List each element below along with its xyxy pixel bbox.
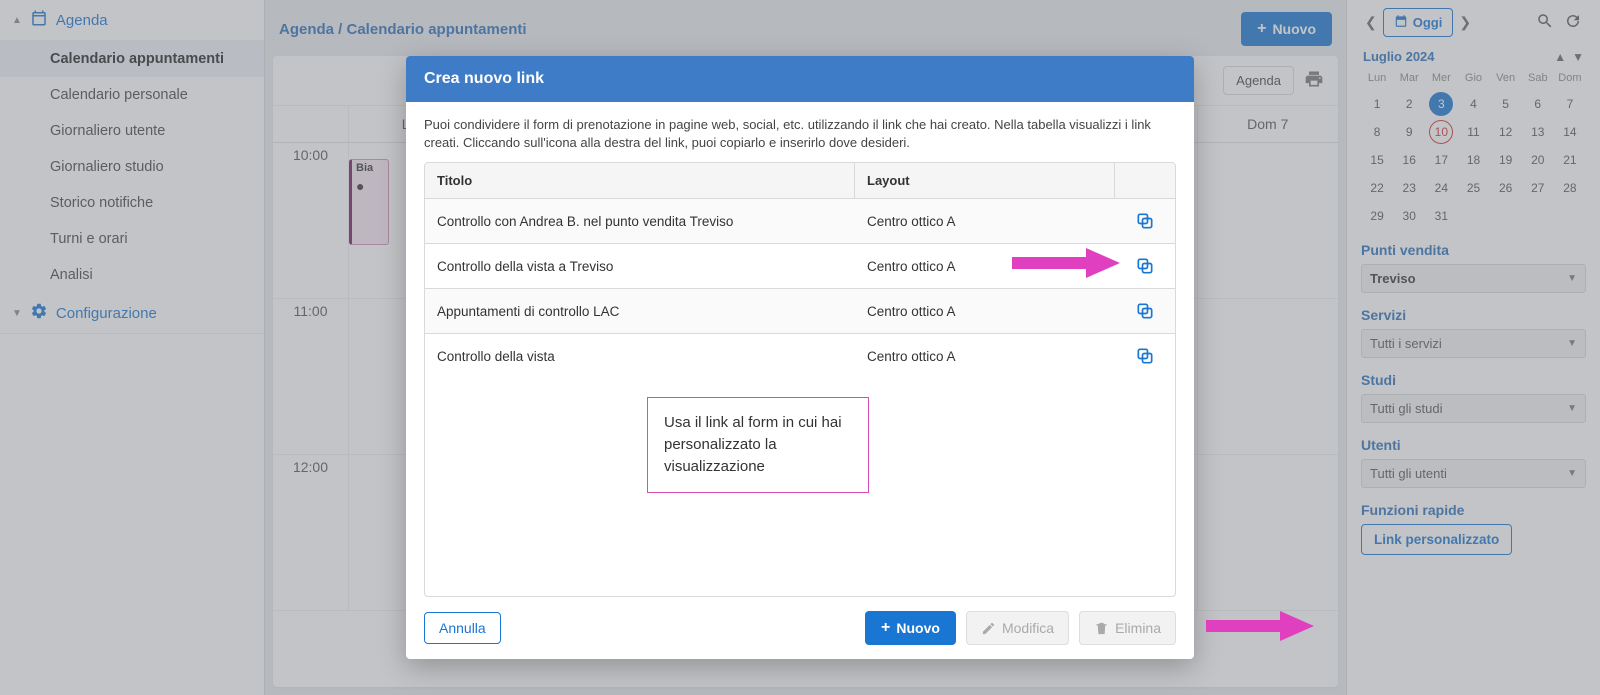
- row-layout: Centro ottico A: [855, 337, 1115, 376]
- col-layout: Layout: [855, 163, 1115, 198]
- table-row[interactable]: Controllo della vistaCentro ottico A: [425, 333, 1175, 378]
- modal-description: Puoi condividere il form di prenotazione…: [424, 116, 1176, 152]
- table-row[interactable]: Controllo della vista a TrevisoCentro ot…: [425, 243, 1175, 288]
- row-title: Controllo della vista: [425, 337, 855, 376]
- table-row[interactable]: Controllo con Andrea B. nel punto vendit…: [425, 198, 1175, 243]
- edit-label: Modifica: [1002, 620, 1054, 636]
- modal-backdrop: Crea nuovo link Puoi condividere il form…: [0, 0, 1600, 695]
- delete-label: Elimina: [1115, 620, 1161, 636]
- links-table: Titolo Layout Controllo con Andrea B. ne…: [424, 162, 1176, 597]
- copy-link-button[interactable]: [1115, 244, 1175, 288]
- hint-annotation: Usa il link al form in cui hai personali…: [647, 397, 869, 492]
- row-layout: Centro ottico A: [855, 247, 1115, 286]
- row-layout: Centro ottico A: [855, 202, 1115, 241]
- row-title: Controllo con Andrea B. nel punto vendit…: [425, 202, 855, 241]
- cancel-button[interactable]: Annulla: [424, 612, 501, 644]
- row-title: Controllo della vista a Treviso: [425, 247, 855, 286]
- delete-button: Elimina: [1079, 611, 1176, 645]
- modal-title: Crea nuovo link: [406, 56, 1194, 102]
- modal-footer: Annulla + Nuovo Modifica Elimina: [406, 597, 1194, 659]
- copy-link-button[interactable]: [1115, 199, 1175, 243]
- table-row[interactable]: Appuntamenti di controllo LACCentro otti…: [425, 288, 1175, 333]
- row-layout: Centro ottico A: [855, 292, 1115, 331]
- modal-new-button[interactable]: + Nuovo: [865, 611, 956, 645]
- row-title: Appuntamenti di controllo LAC: [425, 292, 855, 331]
- modal-crea-link: Crea nuovo link Puoi condividere il form…: [406, 56, 1194, 659]
- copy-link-button[interactable]: [1115, 334, 1175, 378]
- copy-link-button[interactable]: [1115, 289, 1175, 333]
- plus-icon: +: [881, 619, 890, 637]
- edit-button: Modifica: [966, 611, 1069, 645]
- modal-new-label: Nuovo: [896, 620, 940, 636]
- col-title: Titolo: [425, 163, 855, 198]
